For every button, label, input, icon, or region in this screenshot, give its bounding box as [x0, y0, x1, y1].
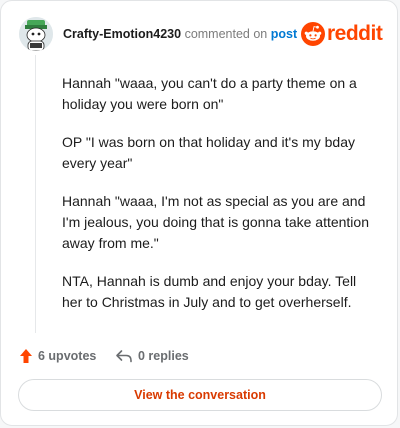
thread-line [35, 55, 36, 333]
comment-paragraph: Hannah "waaa, you can't do a party theme… [62, 75, 357, 112]
comment-paragraph: NTA, Hannah is dumb and enjoy your bday.… [62, 273, 357, 310]
comment-header: Crafty-Emotion4230 commented on post red… [19, 17, 383, 51]
comment-meta: Crafty-Emotion4230 commented on post [63, 27, 297, 42]
comment-card: Crafty-Emotion4230 commented on post red… [0, 0, 398, 426]
upvotes-count: 6 upvotes [38, 349, 97, 363]
reddit-wordmark: reddit [327, 22, 383, 45]
replies-count: 0 replies [138, 349, 189, 363]
reply-button[interactable]: 0 replies [115, 347, 189, 365]
comment-paragraph: Hannah "waaa, I'm not as special as you … [62, 193, 369, 251]
comment-actions: 6 upvotes 0 replies [19, 347, 379, 365]
reddit-logo[interactable]: reddit [301, 21, 383, 47]
reply-arrow-icon [116, 350, 132, 363]
view-conversation-button[interactable]: View the conversation [18, 379, 382, 411]
upvote-arrow-icon [20, 349, 32, 363]
user-avatar[interactable] [19, 17, 53, 51]
username-link[interactable]: Crafty-Emotion4230 [63, 27, 181, 41]
commented-on-text: commented on [181, 27, 271, 41]
reddit-snoo-icon [301, 22, 325, 46]
post-link[interactable]: post [271, 27, 297, 41]
comment-paragraph: OP "I was born on that holiday and it's … [62, 134, 355, 171]
upvote-button[interactable]: 6 upvotes [19, 347, 96, 365]
comment-body: Hannah "waaa, you can't do a party theme… [62, 73, 380, 330]
avatar-image [19, 17, 53, 51]
